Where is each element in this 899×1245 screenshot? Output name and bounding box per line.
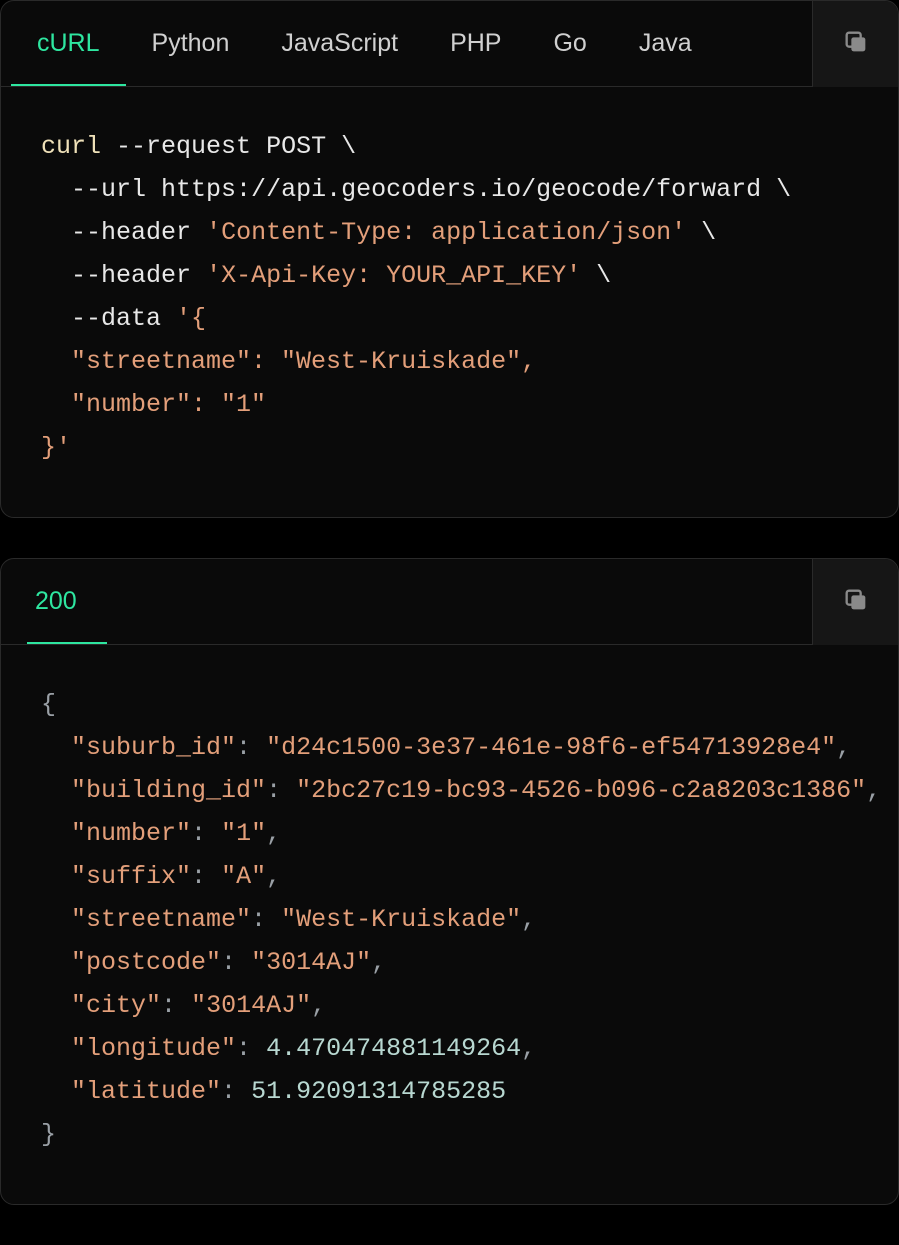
copy-icon — [842, 586, 870, 619]
tab-java[interactable]: Java — [613, 1, 718, 86]
response-status-bar: 200 — [1, 559, 898, 645]
language-tabbar: cURL Python JavaScript PHP Go Java — [1, 1, 898, 87]
request-code: curl --request POST \ --url https://api.… — [1, 87, 898, 517]
response-panel: 200 { "suburb_id": "d24c1500-3e37-461e-9… — [0, 558, 899, 1205]
response-code: { "suburb_id": "d24c1500-3e37-461e-98f6-… — [1, 645, 898, 1204]
copy-icon — [842, 28, 870, 61]
tab-go[interactable]: Go — [527, 1, 612, 86]
tab-curl[interactable]: cURL — [11, 1, 126, 86]
response-status-code: 200 — [31, 559, 81, 644]
tab-python[interactable]: Python — [126, 1, 256, 86]
tab-php[interactable]: PHP — [424, 1, 527, 86]
request-panel: cURL Python JavaScript PHP Go Java curl … — [0, 0, 899, 518]
tab-javascript[interactable]: JavaScript — [255, 1, 424, 86]
copy-request-button[interactable] — [812, 1, 898, 87]
copy-response-button[interactable] — [812, 559, 898, 645]
